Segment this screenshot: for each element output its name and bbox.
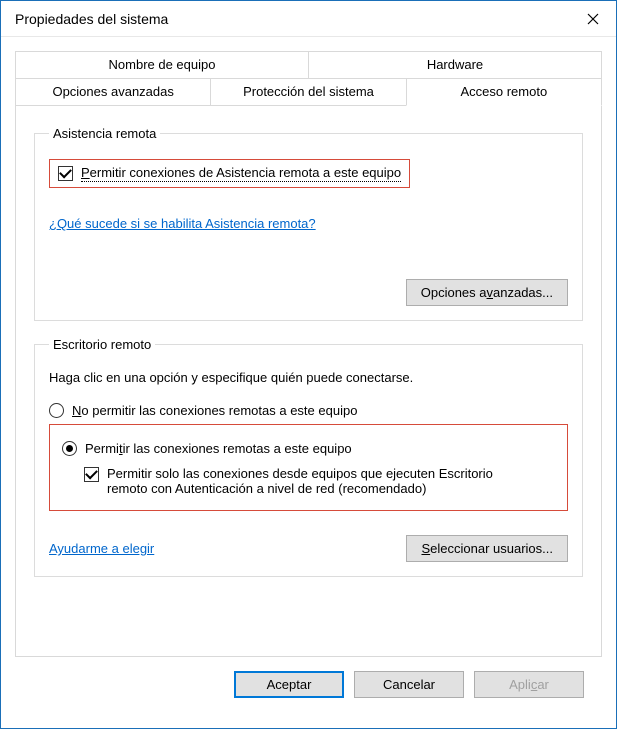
- tab-system-protection[interactable]: Protección del sistema: [210, 78, 406, 106]
- tab-advanced-options[interactable]: Opciones avanzadas: [15, 78, 211, 106]
- remote-assistance-help-link[interactable]: ¿Qué sucede si se habilita Asistencia re…: [49, 216, 316, 231]
- allow-remote-assistance-row[interactable]: Permitir conexiones de Asistencia remota…: [58, 165, 401, 182]
- remote-assistance-advanced-button[interactable]: Opciones avanzadas...: [406, 279, 568, 306]
- radio-deny-remote-label: No permitir las conexiones remotas a est…: [72, 403, 357, 418]
- close-button[interactable]: [570, 1, 616, 37]
- highlight-allow-remote: Permitir las conexiones remotas a este e…: [49, 424, 568, 511]
- radio-deny-remote[interactable]: [49, 403, 64, 418]
- tab-panel-remote-access: Asistencia remota Permitir conexiones de…: [15, 105, 602, 657]
- remote-desktop-help-link[interactable]: Ayudarme a elegir: [49, 541, 154, 556]
- window-title: Propiedades del sistema: [15, 11, 168, 27]
- groupbox-remote-assistance-legend: Asistencia remota: [49, 126, 160, 141]
- close-icon: [587, 13, 599, 25]
- tab-hardware[interactable]: Hardware: [308, 51, 602, 79]
- nla-checkbox[interactable]: [84, 467, 99, 482]
- nla-checkbox-row[interactable]: Permitir solo las conexiones desde equip…: [84, 466, 555, 496]
- remote-desktop-description: Haga clic en una opción y especifique qu…: [49, 370, 568, 385]
- allow-remote-assistance-checkbox[interactable]: [58, 166, 73, 181]
- highlight-remote-assistance-checkbox: Permitir conexiones de Asistencia remota…: [49, 159, 410, 188]
- allow-remote-assistance-label: Permitir conexiones de Asistencia remota…: [81, 165, 401, 182]
- groupbox-remote-assistance: Asistencia remota Permitir conexiones de…: [34, 126, 583, 321]
- nla-checkbox-label: Permitir solo las conexiones desde equip…: [107, 466, 527, 496]
- titlebar: Propiedades del sistema: [1, 1, 616, 37]
- tabs-row-2: Opciones avanzadas Protección del sistem…: [15, 78, 602, 106]
- groupbox-remote-desktop: Escritorio remoto Haga clic en una opció…: [34, 337, 583, 577]
- apply-button[interactable]: Aplicar: [474, 671, 584, 698]
- dialog-button-row: Aceptar Cancelar Aplicar: [15, 657, 602, 698]
- radio-deny-remote-row[interactable]: No permitir las conexiones remotas a est…: [49, 403, 568, 418]
- cancel-button[interactable]: Cancelar: [354, 671, 464, 698]
- tab-remote-access[interactable]: Acceso remoto: [406, 78, 602, 106]
- dialog-client-area: Nombre de equipo Hardware Opciones avanz…: [1, 37, 616, 698]
- ok-button[interactable]: Aceptar: [234, 671, 344, 698]
- radio-allow-remote[interactable]: [62, 441, 77, 456]
- tabs-row-1: Nombre de equipo Hardware: [15, 51, 602, 79]
- select-users-button[interactable]: Seleccionar usuarios...: [406, 535, 568, 562]
- groupbox-remote-desktop-legend: Escritorio remoto: [49, 337, 155, 352]
- radio-allow-remote-row[interactable]: Permitir las conexiones remotas a este e…: [62, 441, 555, 456]
- radio-allow-remote-label: Permitir las conexiones remotas a este e…: [85, 441, 352, 456]
- tab-computer-name[interactable]: Nombre de equipo: [15, 51, 309, 79]
